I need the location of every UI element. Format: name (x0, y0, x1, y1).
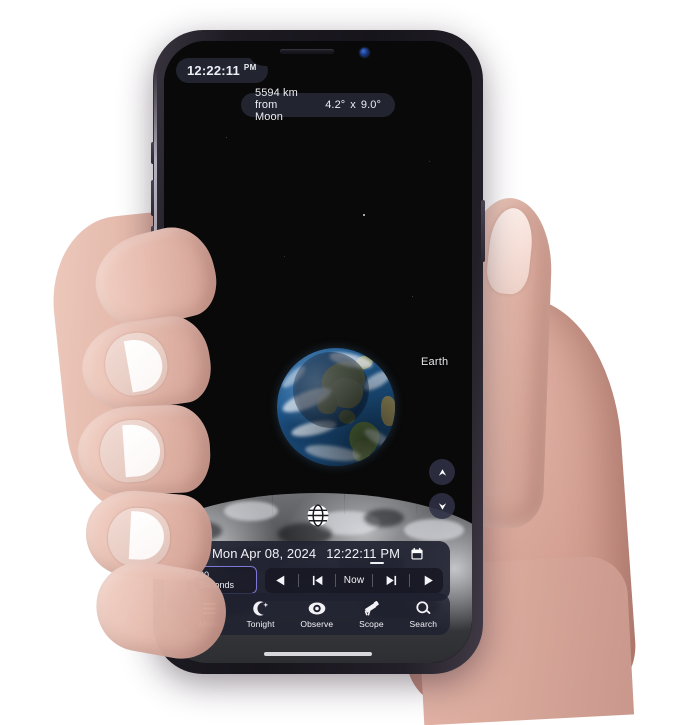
time-field-underline (370, 562, 385, 564)
view-info-pill[interactable]: 5594 km from Moon 4.2° x 9.0° (241, 87, 395, 123)
reverse-play-icon (275, 575, 284, 585)
nav-item-tonight[interactable]: Tonight (246, 600, 274, 629)
star (429, 161, 430, 162)
clock-time: 12:22:11 (187, 63, 240, 78)
field-of-view: 4.2° x 9.0° (325, 99, 381, 111)
now-button[interactable]: Now (342, 570, 366, 590)
clock-ampm: PM (243, 63, 257, 72)
earth-label: Earth (421, 356, 449, 368)
play-icon (424, 575, 433, 585)
reverse-play-button[interactable] (268, 570, 292, 590)
control-separator (372, 573, 373, 587)
zoom-out-button[interactable] (429, 493, 455, 519)
current-date[interactable]: Mon Apr 08, 2024 (212, 546, 316, 561)
eye-icon (308, 600, 326, 617)
chevron-down-icon (438, 502, 446, 510)
transport-row: 30 Seconds (186, 566, 450, 594)
globe-icon (307, 504, 329, 527)
silent-switch[interactable] (151, 142, 155, 164)
earth-terminator-shading (277, 348, 395, 466)
step-backward-icon (312, 575, 322, 585)
step-backward-button[interactable] (305, 570, 329, 590)
control-separator (409, 573, 410, 587)
phone-notch (247, 41, 389, 66)
home-indicator[interactable] (264, 652, 372, 656)
star (363, 214, 365, 216)
power-button[interactable] (481, 200, 485, 262)
earth-object[interactable]: Earth (277, 348, 448, 466)
crescent-moon-star-icon (252, 600, 269, 617)
nav-label-tonight: Tonight (246, 618, 275, 629)
fov-x: 4.2° (325, 99, 346, 111)
fov-separator: x (350, 99, 356, 111)
datetime-row: Mon Apr 08, 2024 12:22:11 PM (212, 546, 424, 564)
nav-item-scope[interactable]: Scope (359, 600, 384, 629)
calendar-icon[interactable] (410, 547, 424, 561)
chevron-up-icon (438, 468, 446, 476)
volume-up-button[interactable] (151, 180, 155, 216)
current-time[interactable]: 12:22:11 PM (326, 546, 401, 564)
zoom-in-button[interactable] (429, 459, 455, 485)
telescope-icon (362, 600, 380, 617)
phone-screen[interactable]: Earth 12:22:11 PM 5594 km from Moon 4.2°… (164, 41, 472, 663)
playback-controls: Now (265, 567, 443, 593)
earth-globe (277, 348, 395, 466)
nav-label-observe: Observe (300, 618, 334, 629)
star (412, 296, 413, 297)
star (284, 256, 285, 257)
step-forward-icon (386, 575, 396, 585)
globe-orientation-button[interactable] (306, 503, 331, 528)
nav-item-observe[interactable]: Observe (300, 600, 333, 629)
nav-label-search: Search (409, 618, 438, 629)
star (226, 137, 227, 138)
time-control-bar[interactable]: Mon Apr 08, 2024 12:22:11 PM Now (186, 541, 450, 601)
earpiece-speaker (280, 49, 334, 54)
current-time-text: 12:22:11 PM (326, 546, 401, 561)
control-separator (298, 573, 299, 587)
nav-item-search[interactable]: Search (410, 600, 438, 629)
step-forward-button[interactable] (379, 570, 403, 590)
photo-scene: Earth 12:22:11 PM 5594 km from Moon 4.2°… (0, 0, 690, 725)
nav-label-scope: Scope (359, 618, 384, 629)
play-button[interactable] (416, 570, 440, 590)
phone-bezel: Earth 12:22:11 PM 5594 km from Moon 4.2°… (164, 41, 472, 663)
control-separator (335, 573, 336, 587)
fov-y: 9.0° (360, 99, 381, 111)
front-camera (360, 48, 369, 57)
magnifier-icon (415, 600, 432, 617)
distance-label: 5594 km from Moon (255, 87, 298, 123)
